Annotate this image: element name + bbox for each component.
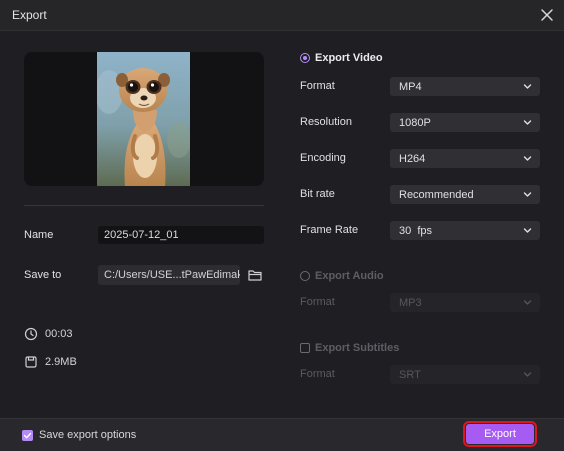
save-options-checkbox[interactable] [22,429,33,441]
chevron-down-icon [523,228,532,233]
video-preview [24,52,264,186]
resolution-label: Resolution [300,116,352,128]
name-input[interactable] [98,226,264,244]
dialog-title: Export [12,8,47,22]
name-label: Name [24,229,54,241]
encoding-select[interactable]: H264 [390,149,540,168]
frame-rate-value: 30 fps [399,225,433,237]
save-export-options-toggle[interactable]: Save export options [22,429,136,441]
export-video-radio[interactable] [300,53,310,63]
bitrate-select[interactable]: Recommended [390,185,540,204]
preview-thumbnail [97,52,190,186]
export-audio-radio[interactable] [300,271,310,281]
file-size-value: 2.9MB [45,356,77,368]
save-to-label: Save to [24,269,62,281]
export-video-title: Export Video [315,52,383,64]
subtitles-format-select: SRT [390,365,540,384]
checkmark-icon [23,432,32,438]
export-subtitles-title: Export Subtitles [315,342,400,354]
export-subtitles-checkbox[interactable] [300,343,310,353]
bitrate-value: Recommended [399,189,474,201]
chevron-down-icon [523,156,532,161]
encoding-label: Encoding [300,152,346,164]
close-icon [541,9,553,21]
chevron-down-icon [523,372,532,377]
chevron-down-icon [523,84,532,89]
export-subtitles-option[interactable]: Export Subtitles [300,340,399,356]
encoding-value: H264 [399,153,426,165]
audio-format-value: MP3 [399,297,422,309]
save-options-label: Save export options [39,429,137,441]
bitrate-label: Bit rate [300,188,335,200]
meerkat-image [97,52,190,186]
chevron-down-icon [523,192,532,197]
chevron-down-icon [523,300,532,305]
export-button[interactable]: Export [463,421,537,447]
format-label: Format [300,80,335,92]
save-path-field[interactable]: C:/Users/USE...tPawEdimakor [98,265,240,285]
chevron-down-icon [523,120,532,125]
file-size-icon [25,356,37,368]
audio-format-select: MP3 [390,293,540,312]
clock-icon [24,327,38,341]
subtitles-format-label: Format [300,368,335,380]
subtitles-format-value: SRT [399,369,421,381]
export-audio-title: Export Audio [315,270,384,282]
format-value: MP4 [399,81,422,93]
frame-rate-select[interactable]: 30 fps [390,221,540,240]
export-video-option[interactable]: Export Video [300,50,383,66]
title-bar: Export [0,0,564,31]
left-divider [24,205,264,206]
frame-rate-label: Frame Rate [300,224,359,236]
format-select[interactable]: MP4 [390,77,540,96]
folder-icon [248,270,262,281]
export-audio-option[interactable]: Export Audio [300,268,384,284]
browse-folder-button[interactable] [246,266,264,284]
audio-format-label: Format [300,296,335,308]
resolution-select[interactable]: 1080P [390,113,540,132]
duration-value: 00:03 [45,328,73,340]
close-button[interactable] [536,4,558,26]
resolution-value: 1080P [399,117,431,129]
